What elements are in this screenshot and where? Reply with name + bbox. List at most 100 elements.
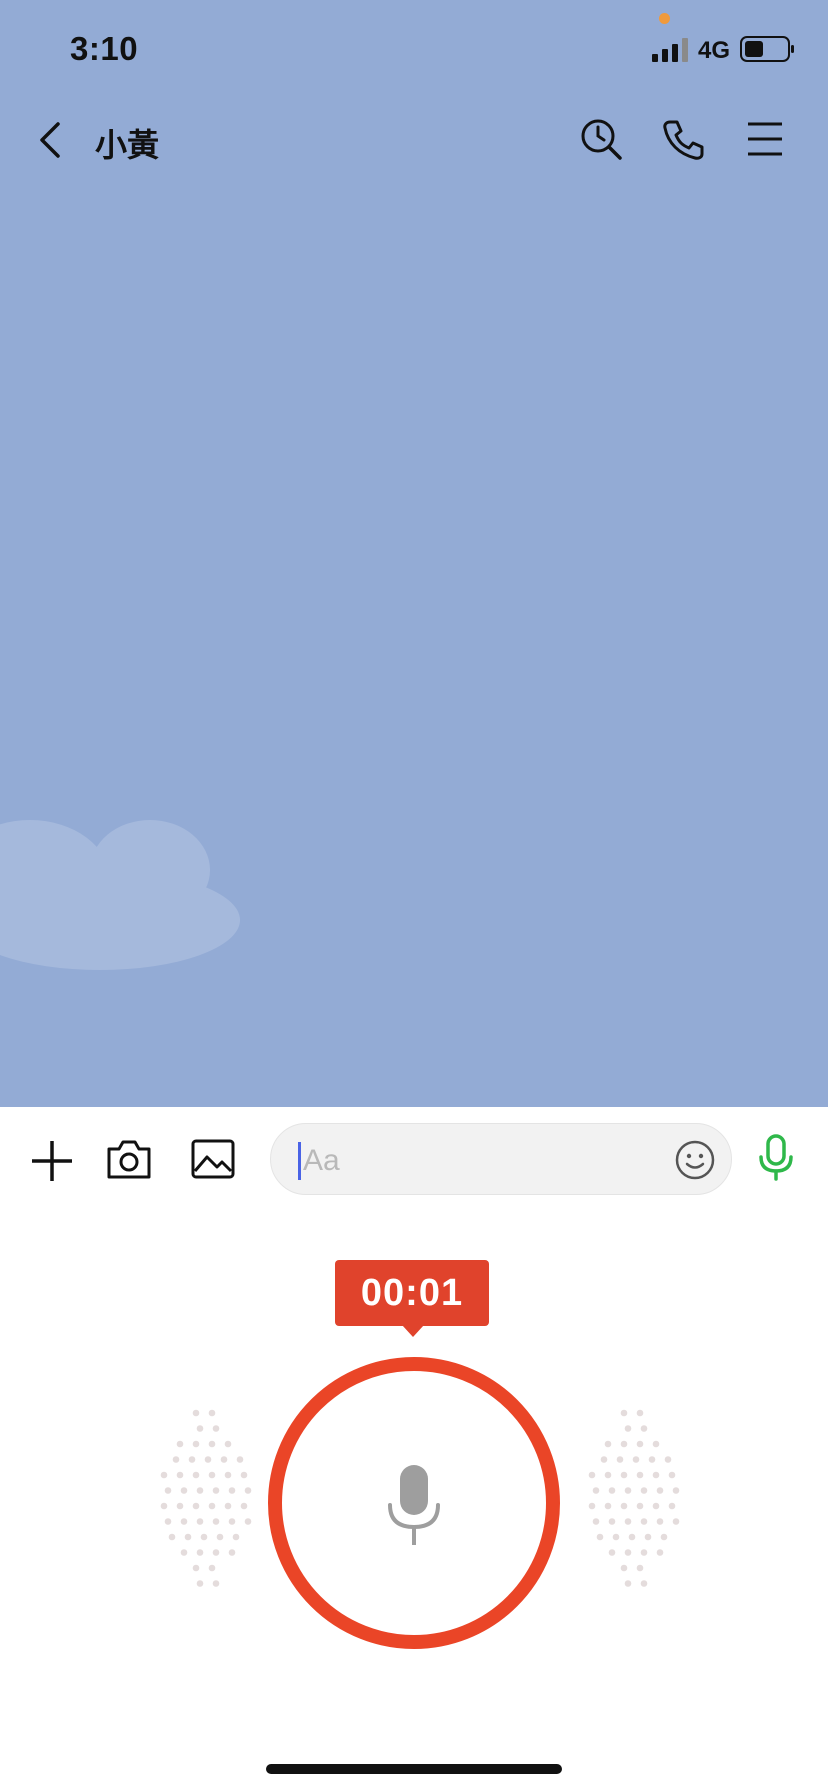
wave-dot bbox=[612, 1533, 620, 1541]
status-time: 3:10 bbox=[70, 30, 139, 67]
wave-dot bbox=[624, 1487, 632, 1494]
wave-dot bbox=[184, 1533, 192, 1541]
wave-dot bbox=[176, 1502, 184, 1510]
wave-dot bbox=[208, 1564, 216, 1572]
wave-dot bbox=[236, 1456, 244, 1463]
cloud-decoration bbox=[0, 820, 240, 970]
wave-dot bbox=[592, 1518, 600, 1525]
chat-header: 小黃 bbox=[0, 100, 828, 180]
wave-dot bbox=[192, 1502, 200, 1510]
wave-dot bbox=[668, 1502, 676, 1510]
wave-dot bbox=[652, 1502, 660, 1510]
wave-dot bbox=[636, 1564, 644, 1572]
wave-dot bbox=[604, 1440, 612, 1448]
wave-dot bbox=[600, 1456, 608, 1463]
wave-dot bbox=[628, 1533, 636, 1541]
wave-dot bbox=[188, 1456, 196, 1463]
wave-dot bbox=[208, 1409, 216, 1417]
wave-dot bbox=[220, 1456, 228, 1463]
wave-dot bbox=[620, 1471, 628, 1479]
wave-dot bbox=[216, 1533, 224, 1541]
wave-dot bbox=[588, 1471, 596, 1479]
text-caret bbox=[298, 1142, 301, 1180]
wave-dot bbox=[644, 1533, 652, 1541]
wave-dot bbox=[656, 1518, 664, 1525]
recording-timer: 00:01 bbox=[335, 1260, 489, 1326]
wave-dot bbox=[176, 1440, 184, 1448]
wave-dot bbox=[196, 1487, 204, 1494]
wave-dot bbox=[636, 1471, 644, 1479]
timer-pointer bbox=[402, 1325, 424, 1337]
wave-dot bbox=[192, 1440, 200, 1448]
wave-dot bbox=[604, 1471, 612, 1479]
wave-dot bbox=[224, 1502, 232, 1510]
wave-dot bbox=[228, 1549, 236, 1556]
wave-dot bbox=[596, 1533, 604, 1541]
wave-dot bbox=[232, 1533, 240, 1541]
sound-wave-dots-left bbox=[160, 1409, 252, 1587]
wave-dot bbox=[196, 1425, 204, 1432]
wave-dot bbox=[228, 1518, 236, 1525]
home-indicator bbox=[266, 1764, 562, 1774]
wave-dot bbox=[168, 1533, 176, 1541]
wave-dot bbox=[180, 1518, 188, 1525]
wave-dot bbox=[160, 1471, 168, 1479]
wave-dot bbox=[672, 1487, 680, 1494]
wave-dot bbox=[636, 1502, 644, 1510]
wave-dot bbox=[208, 1471, 216, 1479]
wave-dot bbox=[620, 1409, 628, 1417]
image-icon[interactable] bbox=[189, 1135, 237, 1183]
phone-icon[interactable] bbox=[660, 116, 706, 162]
wave-dot bbox=[648, 1456, 656, 1463]
wave-dot bbox=[624, 1518, 632, 1525]
mic-icon[interactable] bbox=[752, 1133, 800, 1181]
wave-dot bbox=[228, 1487, 236, 1494]
wave-dot bbox=[240, 1471, 248, 1479]
wave-dot bbox=[244, 1487, 252, 1494]
wave-dot bbox=[640, 1549, 648, 1556]
wave-dot bbox=[160, 1502, 168, 1510]
clock-search-icon[interactable] bbox=[578, 116, 624, 162]
wave-dot bbox=[620, 1564, 628, 1572]
privacy-indicator-dot bbox=[659, 13, 670, 24]
wave-dot bbox=[604, 1502, 612, 1510]
wave-dot bbox=[588, 1502, 596, 1510]
back-icon[interactable] bbox=[30, 118, 74, 162]
wave-dot bbox=[640, 1425, 648, 1432]
wave-dot bbox=[672, 1518, 680, 1525]
wave-dot bbox=[208, 1440, 216, 1448]
emoji-icon[interactable] bbox=[673, 1138, 717, 1182]
message-input[interactable]: Aa bbox=[270, 1123, 732, 1195]
wave-dot bbox=[640, 1487, 648, 1494]
wave-dot bbox=[608, 1518, 616, 1525]
wave-dot bbox=[640, 1580, 648, 1587]
wave-dot bbox=[212, 1518, 220, 1525]
wave-dot bbox=[608, 1549, 616, 1556]
network-type: 4G bbox=[698, 37, 731, 64]
wave-dot bbox=[620, 1502, 628, 1510]
wave-dot bbox=[656, 1549, 664, 1556]
wave-dot bbox=[212, 1425, 220, 1432]
wave-dot bbox=[180, 1487, 188, 1494]
wave-dot bbox=[656, 1487, 664, 1494]
wave-dot bbox=[192, 1564, 200, 1572]
wave-dot bbox=[164, 1518, 172, 1525]
wave-dot bbox=[592, 1487, 600, 1494]
wave-dot bbox=[652, 1440, 660, 1448]
plus-icon[interactable] bbox=[28, 1137, 76, 1185]
wave-dot bbox=[624, 1580, 632, 1587]
wave-dot bbox=[212, 1549, 220, 1556]
camera-icon[interactable] bbox=[105, 1135, 153, 1183]
wave-dot bbox=[212, 1580, 220, 1587]
wave-dot bbox=[244, 1518, 252, 1525]
menu-icon[interactable] bbox=[742, 116, 788, 162]
wave-dot bbox=[668, 1471, 676, 1479]
wave-dot bbox=[200, 1533, 208, 1541]
wave-dot bbox=[636, 1440, 644, 1448]
message-placeholder: Aa bbox=[303, 1144, 340, 1177]
wave-dot bbox=[192, 1471, 200, 1479]
wave-dot bbox=[164, 1487, 172, 1494]
wave-dot bbox=[196, 1518, 204, 1525]
wave-dot bbox=[180, 1549, 188, 1556]
wave-dot bbox=[632, 1456, 640, 1463]
